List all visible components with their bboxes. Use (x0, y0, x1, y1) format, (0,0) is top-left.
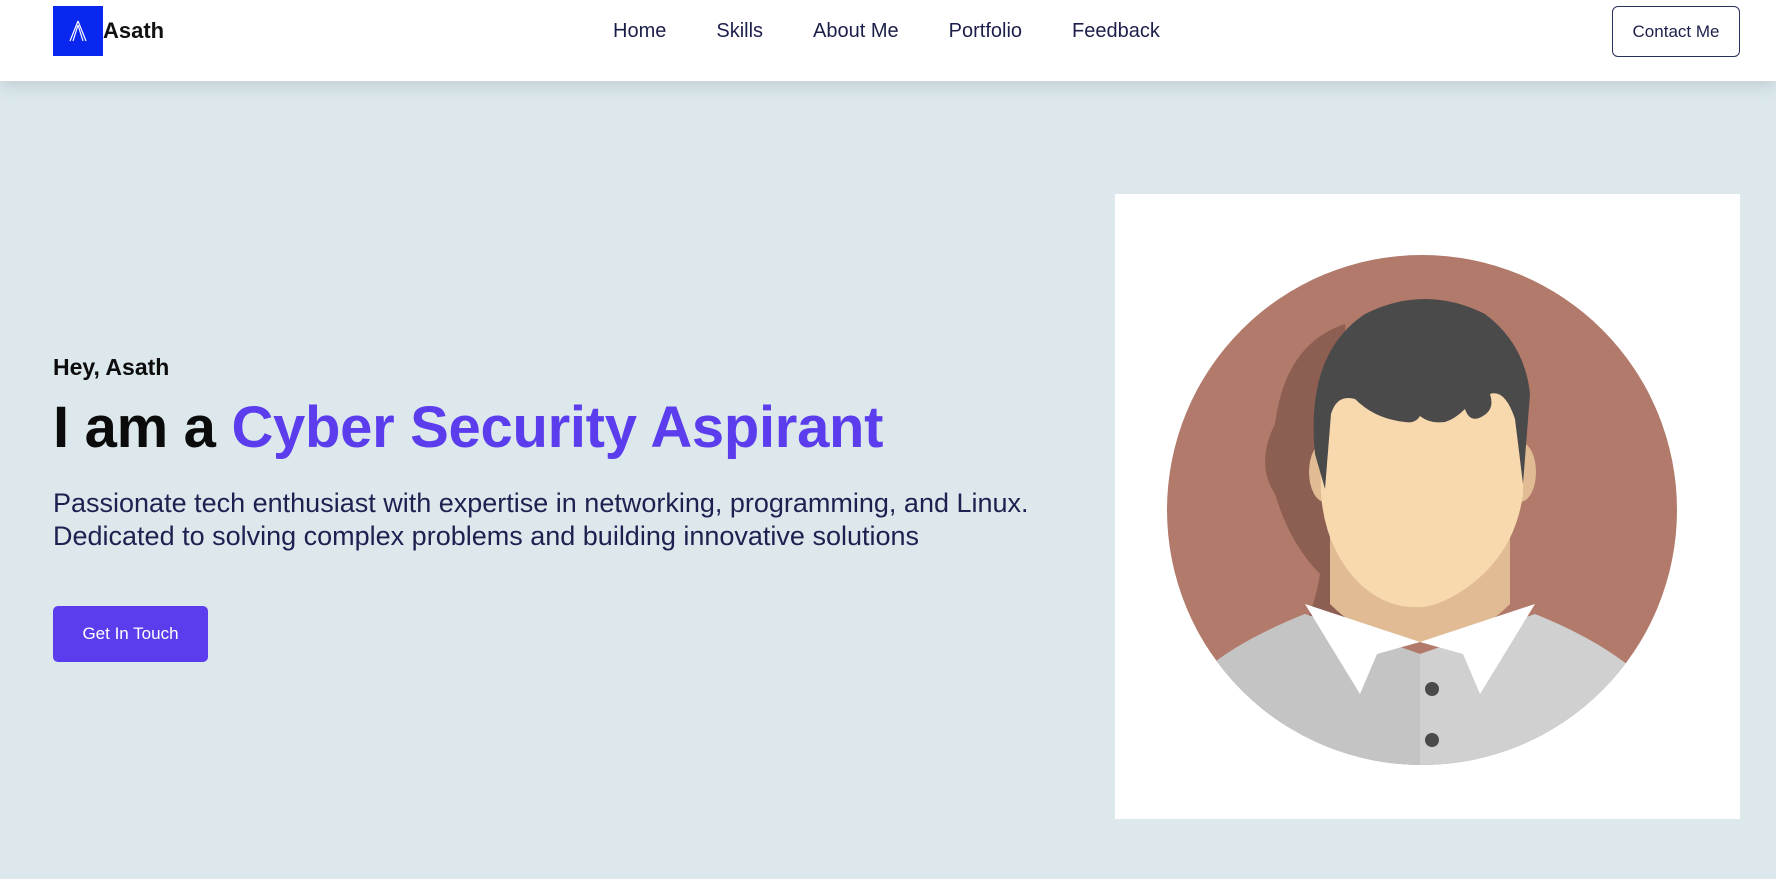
contact-me-button[interactable]: Contact Me (1612, 6, 1740, 57)
nav-link-skills[interactable]: Skills (716, 20, 763, 43)
nav-link-home[interactable]: Home (613, 20, 666, 43)
user-avatar-icon (1167, 255, 1677, 765)
hero-description: Passionate tech enthusiast with expertis… (53, 487, 1093, 553)
get-in-touch-button[interactable]: Get In Touch (53, 606, 208, 662)
description-line-1: Passionate tech enthusiast with expertis… (53, 488, 1029, 518)
headline-accent: Cyber Security Aspirant (231, 395, 884, 460)
brand[interactable]: Asath (53, 6, 164, 56)
nav-link-about-me[interactable]: About Me (813, 20, 899, 43)
hero-text: Hey, Asath I am a Cyber Security Aspiran… (53, 354, 1093, 553)
headline-prefix: I am a (53, 395, 232, 460)
navbar: Asath Home Skills About Me Portfolio Fee… (0, 0, 1776, 81)
brand-name: Asath (103, 18, 165, 43)
nav-links: Home Skills About Me Portfolio Feedback (613, 18, 1160, 44)
hero-greeting: Hey, Asath (53, 354, 170, 380)
avatar-card (1115, 194, 1740, 819)
brand-logo-icon (53, 6, 103, 56)
nav-link-feedback[interactable]: Feedback (1072, 20, 1160, 43)
description-line-2: Dedicated to solving complex problems an… (53, 521, 920, 551)
hero-headline: I am a Cyber Security Aspirant (53, 394, 1093, 461)
nav-link-portfolio[interactable]: Portfolio (949, 20, 1022, 43)
